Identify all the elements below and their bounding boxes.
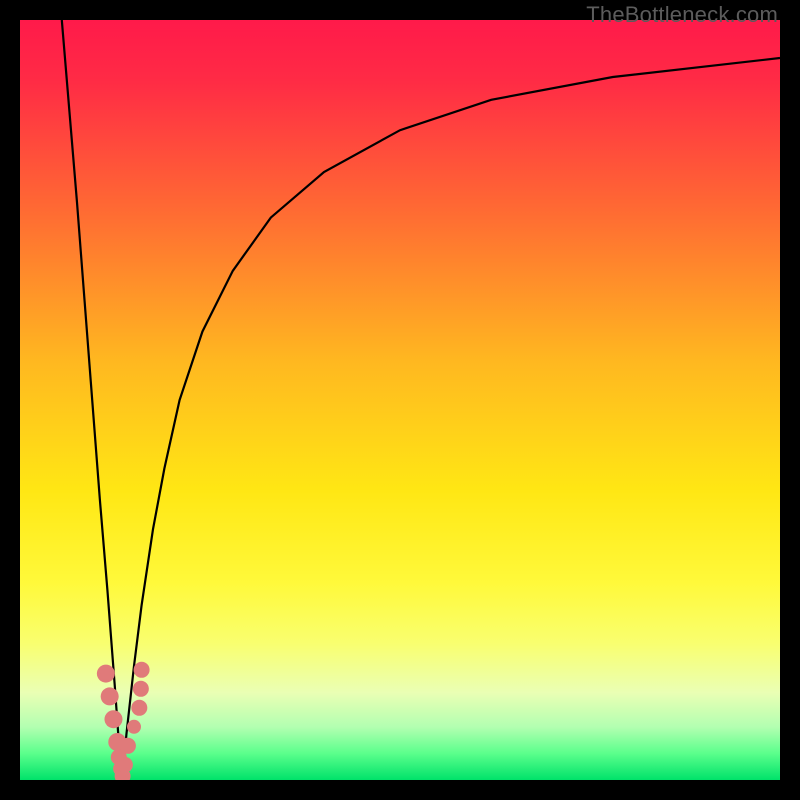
watermark-text: TheBottleneck.com — [586, 2, 778, 28]
data-point — [120, 738, 136, 754]
data-point — [97, 665, 115, 683]
outer-frame: TheBottleneck.com — [0, 0, 800, 800]
data-point — [104, 710, 122, 728]
plot-area — [20, 20, 780, 780]
data-point — [133, 681, 149, 697]
data-point — [134, 662, 150, 678]
data-point — [127, 720, 141, 734]
data-point — [131, 700, 147, 716]
data-point — [117, 757, 133, 773]
data-point — [101, 687, 119, 705]
chart-svg — [20, 20, 780, 780]
